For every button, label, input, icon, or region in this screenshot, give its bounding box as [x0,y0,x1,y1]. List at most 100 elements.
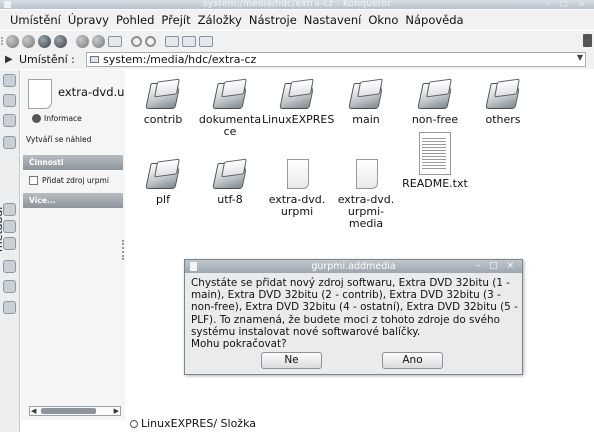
folder-icon [146,158,180,190]
print-icon[interactable] [108,35,122,47]
file-label-cont: ce [223,125,237,138]
tab-home-icon[interactable] [3,136,16,149]
location-bar: ▶ Umístění : system:/media/hdc/extra-cz … [0,51,594,69]
add-source-icon [29,176,38,185]
file-label: others [485,113,521,126]
tab-services-icon[interactable] [3,260,16,273]
zoom-in-icon[interactable] [131,35,142,47]
dialog-question: Mohu pokračovat? [191,338,287,351]
folder-icon [349,78,383,110]
yes-button[interactable]: Ano [382,352,443,369]
location-input[interactable]: system:/media/hdc/extra-cz ▼ [86,52,586,67]
menu-prejit[interactable]: Přejít [161,13,190,27]
reload-icon[interactable] [76,34,89,48]
info-icon [32,114,41,123]
sidebar-splitter[interactable] [122,240,125,260]
sidebar-tab-strip: metabar [0,70,20,432]
scroll-left-icon[interactable]: ◀ [31,407,36,415]
scroll-right-icon[interactable]: ▶ [114,407,119,415]
folder-plf[interactable]: plf [128,158,198,206]
icon-view-icon[interactable] [165,35,179,47]
menu-pohled[interactable]: Pohled [116,13,154,27]
addmedia-dialog: gurpmi.addmedia – □ × Chystáte se přidat… [184,259,523,375]
menu-okno[interactable]: Okno [368,13,398,27]
status-text: LinuxEXPRES/ Složka [141,417,256,430]
menu-umisteni[interactable]: Umístění [10,13,61,27]
tab-bookmarks-icon[interactable] [3,94,16,107]
back-icon[interactable] [6,34,19,48]
folder-dokumentace[interactable]: dokumenta ce [195,78,265,138]
drive-icon [90,56,99,63]
selected-file-title: extra-dvd.urpmi [58,85,125,99]
tab-metabar[interactable]: metabar [0,205,5,252]
more-header[interactable]: Více... [23,193,123,208]
file-label: main [352,113,380,126]
folder-icon [486,78,520,110]
sidebar-horizontal-scrollbar[interactable]: ◀ ▶ [29,406,121,416]
dialog-app-icon[interactable] [190,262,197,271]
dialog-message-text: Chystáte se přidat nový zdroj softwaru, … [191,277,518,338]
detail-view-icon[interactable] [182,35,196,47]
scrollbar-thumb[interactable] [41,408,96,414]
zoom-out-icon[interactable] [145,35,156,47]
file-extra-dvd-urpmi-media[interactable]: extra-dvd. urpmi-media [331,158,401,230]
file-readme[interactable]: README.txt [400,132,470,190]
activity-icon [583,34,592,47]
file-extra-dvd-urpmi[interactable]: extra-dvd. urpmi [262,158,332,218]
action-label[interactable]: Přidat zdroj urpmi [42,176,109,185]
window-titlebar[interactable]: system:/media/hdc/extra-cz - Konqueror –… [0,0,594,9]
location-value[interactable]: system:/media/hdc/extra-cz [103,53,256,66]
text-view-icon[interactable] [199,35,213,47]
file-label-cont: urpmi [280,205,314,218]
forward-icon[interactable] [22,34,35,48]
folder-icon [213,158,247,190]
folder-others[interactable]: others [468,78,538,126]
tab-configure-icon[interactable] [3,74,16,87]
info-label[interactable]: Informace [44,114,82,123]
preview-status: Vytváří se náhled [26,135,92,144]
file-label: non-free [411,113,459,126]
action-add-urpmi-source[interactable]: Přidat zdroj urpmi [29,176,109,185]
file-preview-icon [28,79,52,109]
folder-linuxexpres[interactable]: LinuxEXPRES [262,78,334,126]
main-toolbar [0,31,594,51]
menu-zalozky[interactable]: Záložky [198,13,242,27]
menu-bar: Umístění Úpravy Pohled Přejít Záložky Ná… [0,10,594,30]
folder-icon [280,78,314,110]
tab-settings-icon[interactable] [3,301,16,314]
folder-icon [418,78,452,110]
no-button[interactable]: Ne [261,352,322,369]
menu-nastaveni[interactable]: Nastavení [304,13,362,27]
file-label: utf-8 [217,193,243,206]
window-controls[interactable]: – □ × [546,0,589,8]
tab-history-icon[interactable] [3,114,16,127]
chevron-down-icon[interactable]: ▼ [577,53,583,62]
clear-location-icon[interactable]: ▶ [5,54,13,65]
dialog-window-controls[interactable]: – □ × [476,260,517,273]
window-title: system:/media/hdc/extra-cz - Konqueror [202,0,392,9]
document-icon [280,158,314,190]
dialog-title[interactable]: gurpmi.addmedia [185,260,522,273]
menu-napoveda[interactable]: Nápověda [405,13,463,27]
info-sidebar: extra-dvd.urpmi Informace Vytváří se náh… [21,70,125,420]
file-label: plf [156,193,170,206]
info-link[interactable]: Informace [32,114,82,123]
folder-main[interactable]: main [331,78,401,126]
home-icon[interactable] [54,34,67,48]
folder-utf-8[interactable]: utf-8 [195,158,265,206]
file-label: contrib [143,113,183,126]
toolbar-grip[interactable] [1,37,3,45]
actions-header[interactable]: Činnosti [23,155,123,170]
status-indicator-icon [130,420,138,428]
up-icon[interactable] [38,34,51,48]
menu-nastroje[interactable]: Nástroje [249,13,297,27]
menu-upravy[interactable]: Úpravy [68,13,109,27]
folder-non-free[interactable]: non-free [400,78,470,126]
dialog-message: Chystáte se přidat nový zdroj softwaru, … [191,277,520,350]
document-icon [349,158,383,190]
tab-system-icon[interactable] [3,280,16,293]
location-label: Umístění : [19,53,75,66]
stop-icon[interactable] [92,34,105,48]
status-bar: LinuxEXPRES/ Složka [127,414,594,432]
folder-contrib[interactable]: contrib [128,78,198,126]
